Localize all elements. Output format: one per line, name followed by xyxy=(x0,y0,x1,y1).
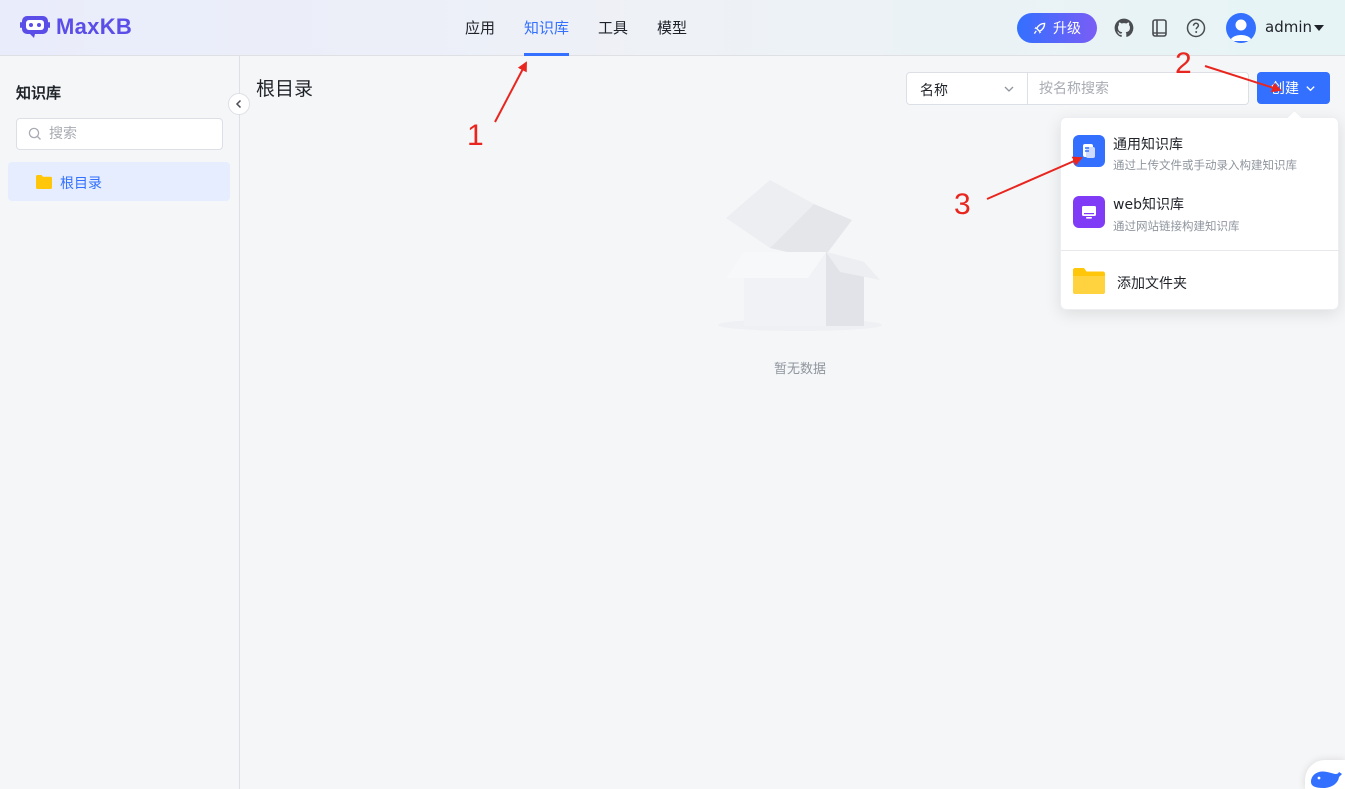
folder-icon xyxy=(1073,265,1105,297)
tree-item-root[interactable]: 根目录 xyxy=(8,162,230,201)
menu-item-desc: 通过网站链接构建知识库 xyxy=(1113,219,1240,233)
user-name[interactable]: admin xyxy=(1265,18,1312,36)
book-icon[interactable] xyxy=(1149,17,1171,39)
nav-item-models[interactable]: 模型 xyxy=(657,0,687,56)
github-icon[interactable] xyxy=(1113,17,1135,39)
create-button[interactable]: 创建 xyxy=(1257,72,1330,104)
nav-item-knowledge[interactable]: 知识库 xyxy=(524,0,570,56)
menu-item-title: web知识库 xyxy=(1113,197,1184,213)
nav-item-apps[interactable]: 应用 xyxy=(465,0,495,56)
menu-item-title: 通用知识库 xyxy=(1113,137,1183,153)
search-filter: 名称 xyxy=(906,72,1249,105)
user-icon xyxy=(1230,19,1252,41)
chevron-left-icon xyxy=(235,99,242,109)
top-header: MaxKB 应用 知识库 工具 模型 升级 admin xyxy=(0,0,1345,56)
robot-logo-icon xyxy=(20,16,50,38)
monitor-icon xyxy=(1073,196,1105,228)
chevron-down-icon xyxy=(1305,83,1316,94)
logo[interactable]: MaxKB xyxy=(20,13,132,41)
main-nav: 应用 知识库 工具 模型 xyxy=(465,0,716,56)
create-dropdown-menu: 通用知识库 通过上传文件或手动录入构建知识库 web知识库 通过网站链接构建知识… xyxy=(1060,117,1340,311)
annotation-number-3: 3 xyxy=(954,188,971,221)
annotation-number-2: 2 xyxy=(1175,47,1192,80)
create-label: 创建 xyxy=(1271,81,1299,97)
filter-field-select[interactable]: 名称 xyxy=(907,73,1028,104)
tree-item-label: 根目录 xyxy=(60,176,102,192)
chevron-down-icon xyxy=(1003,83,1015,99)
filter-field-value: 名称 xyxy=(920,83,948,99)
empty-text: 暂无数据 xyxy=(774,362,827,377)
collapse-sidebar-button[interactable] xyxy=(228,93,250,115)
upgrade-button[interactable]: 升级 xyxy=(1017,13,1097,43)
sidebar-search[interactable] xyxy=(16,118,223,150)
menu-item-desc: 通过上传文件或手动录入构建知识库 xyxy=(1113,158,1297,172)
help-icon[interactable] xyxy=(1185,17,1207,39)
sidebar: 知识库 根目录 xyxy=(0,56,240,789)
annotation-number-1: 1 xyxy=(467,119,484,152)
document-icon xyxy=(1073,135,1105,167)
assistant-whale-button[interactable] xyxy=(1305,760,1345,789)
annotation-arrow-1 xyxy=(494,61,527,123)
upgrade-label: 升级 xyxy=(1053,21,1081,37)
logo-text: MaxKB xyxy=(56,14,133,39)
sidebar-search-input[interactable] xyxy=(49,119,217,149)
avatar[interactable] xyxy=(1226,13,1256,43)
folder-icon xyxy=(36,175,52,193)
menu-item-general-knowledge[interactable]: 通用知识库 通过上传文件或手动录入构建知识库 xyxy=(1061,124,1340,184)
menu-item-title: 添加文件夹 xyxy=(1117,276,1187,292)
menu-item-add-folder[interactable]: 添加文件夹 xyxy=(1061,251,1340,311)
search-icon xyxy=(28,127,42,145)
rocket-icon xyxy=(1033,22,1046,35)
caret-down-icon[interactable] xyxy=(1314,25,1324,31)
menu-item-web-knowledge[interactable]: web知识库 通过网站链接构建知识库 xyxy=(1061,185,1340,245)
nav-item-tools[interactable]: 工具 xyxy=(598,0,628,56)
sidebar-title: 知识库 xyxy=(16,84,62,102)
page-title: 根目录 xyxy=(256,78,314,100)
name-search-input[interactable] xyxy=(1039,73,1239,104)
whale-icon xyxy=(1311,771,1342,788)
empty-box-illustration xyxy=(714,170,886,339)
